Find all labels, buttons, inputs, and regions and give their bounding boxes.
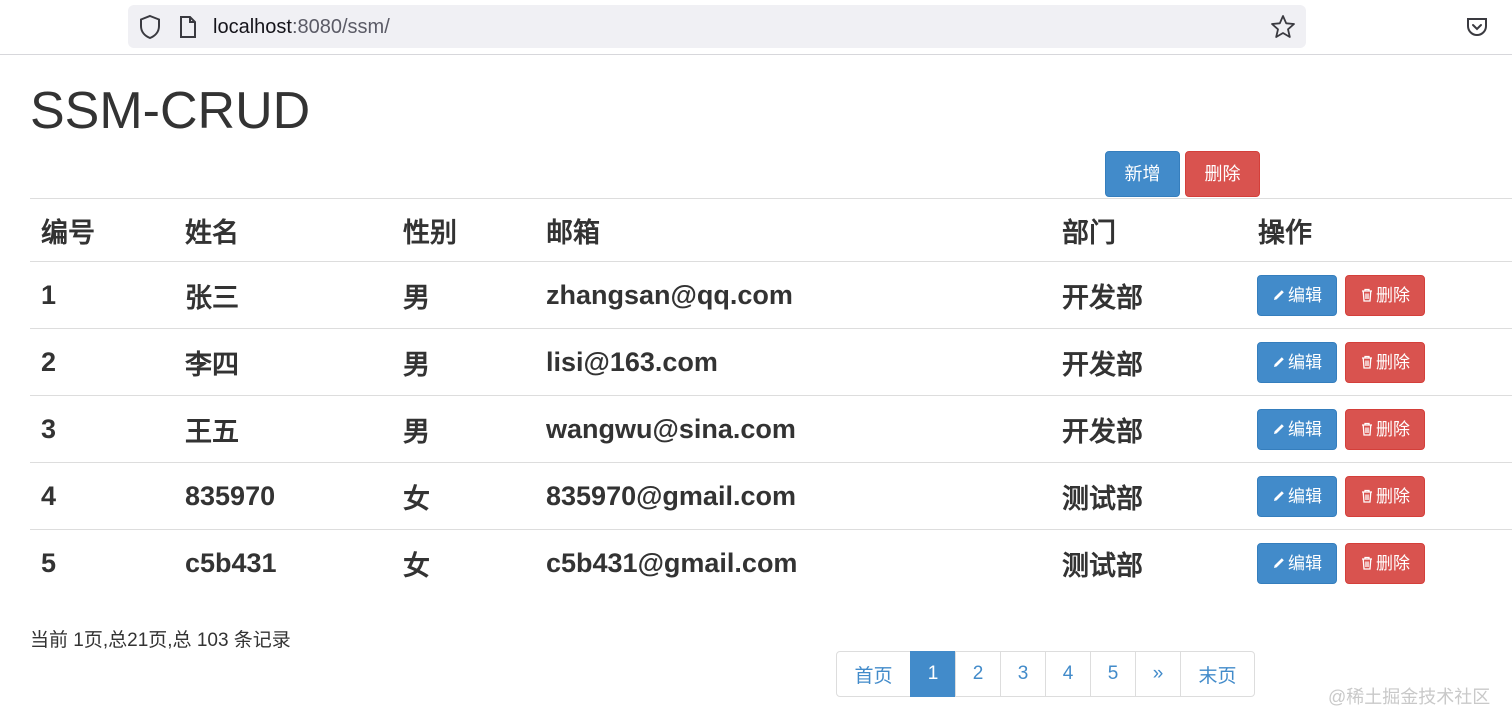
table-row: 4 835970 女 835970@gmail.com 测试部 编辑 删除 xyxy=(30,462,1512,529)
pagination-page-1[interactable]: 1 xyxy=(910,651,956,697)
browser-toolbar: localhost:8080/ssm/ xyxy=(0,0,1512,55)
cell-id: 4 xyxy=(41,480,57,511)
header-actions: 操作 xyxy=(1258,217,1312,248)
pocket-icon[interactable] xyxy=(1465,15,1489,39)
pencil-icon xyxy=(1274,424,1284,435)
pagination: 首页 1 2 3 4 5 » 末页 xyxy=(836,651,1255,697)
cell-dept: 测试部 xyxy=(1062,550,1143,581)
cell-dept: 开发部 xyxy=(1062,416,1143,447)
page-icon xyxy=(180,16,196,38)
cell-id: 3 xyxy=(41,413,57,444)
pagination-page-2[interactable]: 2 xyxy=(955,651,1001,697)
header-gender: 性别 xyxy=(403,217,457,248)
edit-button[interactable]: 编辑 xyxy=(1257,342,1337,383)
trash-icon xyxy=(1362,422,1372,436)
cell-email: wangwu@sina.com xyxy=(546,413,796,444)
delete-label: 删除 xyxy=(1376,554,1410,573)
page-info: 当前 1页,总21页,总 103 条记录 xyxy=(30,630,291,651)
edit-button[interactable]: 编辑 xyxy=(1257,543,1337,584)
header-name: 姓名 xyxy=(185,217,239,248)
trash-icon xyxy=(1362,288,1372,302)
pagination-page-3[interactable]: 3 xyxy=(1000,651,1046,697)
url-text[interactable]: localhost:8080/ssm/ xyxy=(213,15,390,39)
delete-label: 删除 xyxy=(1376,487,1410,506)
page-title: SSM-CRUD xyxy=(30,82,311,140)
edit-label: 编辑 xyxy=(1288,353,1322,372)
cell-id: 2 xyxy=(41,346,57,377)
cell-gender: 男 xyxy=(403,282,430,313)
delete-button[interactable]: 删除 xyxy=(1345,476,1425,517)
cell-name: 835970 xyxy=(185,480,276,511)
cell-gender: 男 xyxy=(403,349,430,380)
edit-label: 编辑 xyxy=(1288,554,1322,573)
pagination-page-5[interactable]: 5 xyxy=(1090,651,1136,697)
delete-button[interactable]: 删除 xyxy=(1345,342,1425,383)
edit-button[interactable]: 编辑 xyxy=(1257,275,1337,316)
cell-dept: 测试部 xyxy=(1062,483,1143,514)
add-button[interactable]: 新增 xyxy=(1105,151,1180,197)
header-id: 编号 xyxy=(41,217,95,248)
pencil-icon xyxy=(1274,491,1284,502)
pagination-last[interactable]: 末页 xyxy=(1180,651,1255,697)
delete-label: 删除 xyxy=(1376,353,1410,372)
cell-id: 1 xyxy=(41,279,57,310)
cell-gender: 女 xyxy=(403,550,430,581)
table-row: 1 张三 男 zhangsan@qq.com 开发部 编辑 删除 xyxy=(30,261,1512,328)
table-row: 5 c5b431 女 c5b431@gmail.com 测试部 编辑 删除 xyxy=(30,529,1512,596)
delete-label: 删除 xyxy=(1376,286,1410,305)
cell-dept: 开发部 xyxy=(1062,349,1143,380)
cell-gender: 女 xyxy=(403,483,430,514)
pencil-icon xyxy=(1274,357,1284,368)
employee-table: 编号 姓名 性别 邮箱 部门 操作 1 张三男 zhangsan@qq.com 开发部… xyxy=(30,198,1512,596)
cell-id: 5 xyxy=(41,547,57,578)
table-row: 2 李四 男 lisi@163.com 开发部 编辑 删除 xyxy=(30,328,1512,395)
cell-name: c5b431 xyxy=(185,547,277,578)
trash-icon xyxy=(1362,355,1372,369)
batch-delete-button[interactable]: 删除 xyxy=(1185,151,1260,197)
cell-gender: 男 xyxy=(403,416,430,447)
pagination-first[interactable]: 首页 xyxy=(836,651,911,697)
pencil-icon xyxy=(1274,558,1284,569)
header-dept: 部门 xyxy=(1062,217,1116,248)
delete-button[interactable]: 删除 xyxy=(1345,275,1425,316)
cell-email: lisi@163.com xyxy=(546,346,718,377)
bookmark-star-icon[interactable] xyxy=(1270,14,1296,40)
edit-label: 编辑 xyxy=(1288,487,1322,506)
pencil-icon xyxy=(1274,290,1284,301)
edit-button[interactable]: 编辑 xyxy=(1257,409,1337,450)
shield-icon[interactable] xyxy=(138,14,162,40)
cell-name: 王五 xyxy=(185,416,239,447)
cell-dept: 开发部 xyxy=(1062,282,1143,313)
cell-name: 李四 xyxy=(185,349,239,380)
trash-icon xyxy=(1362,556,1372,570)
edit-label: 编辑 xyxy=(1288,420,1322,439)
cell-email: c5b431@gmail.com xyxy=(546,547,798,578)
delete-label: 删除 xyxy=(1376,420,1410,439)
delete-button[interactable]: 删除 xyxy=(1345,409,1425,450)
table-header: 编号 姓名 性别 邮箱 部门 操作 xyxy=(30,198,1512,261)
pagination-next[interactable]: » xyxy=(1135,651,1181,697)
cell-email: 835970@gmail.com xyxy=(546,480,796,511)
delete-button[interactable]: 删除 xyxy=(1345,543,1425,584)
trash-icon xyxy=(1362,489,1372,503)
header-email: 邮箱 xyxy=(546,217,600,248)
table-row: 3 王五 男 wangwu@sina.com 开发部 编辑 删除 xyxy=(30,395,1512,462)
watermark: @稀土掘金技术社区 xyxy=(1328,687,1491,707)
cell-email: zhangsan@qq.com xyxy=(546,279,793,310)
cell-name: 张三 xyxy=(185,282,239,313)
pagination-page-4[interactable]: 4 xyxy=(1045,651,1091,697)
edit-button[interactable]: 编辑 xyxy=(1257,476,1337,517)
edit-label: 编辑 xyxy=(1288,286,1322,305)
